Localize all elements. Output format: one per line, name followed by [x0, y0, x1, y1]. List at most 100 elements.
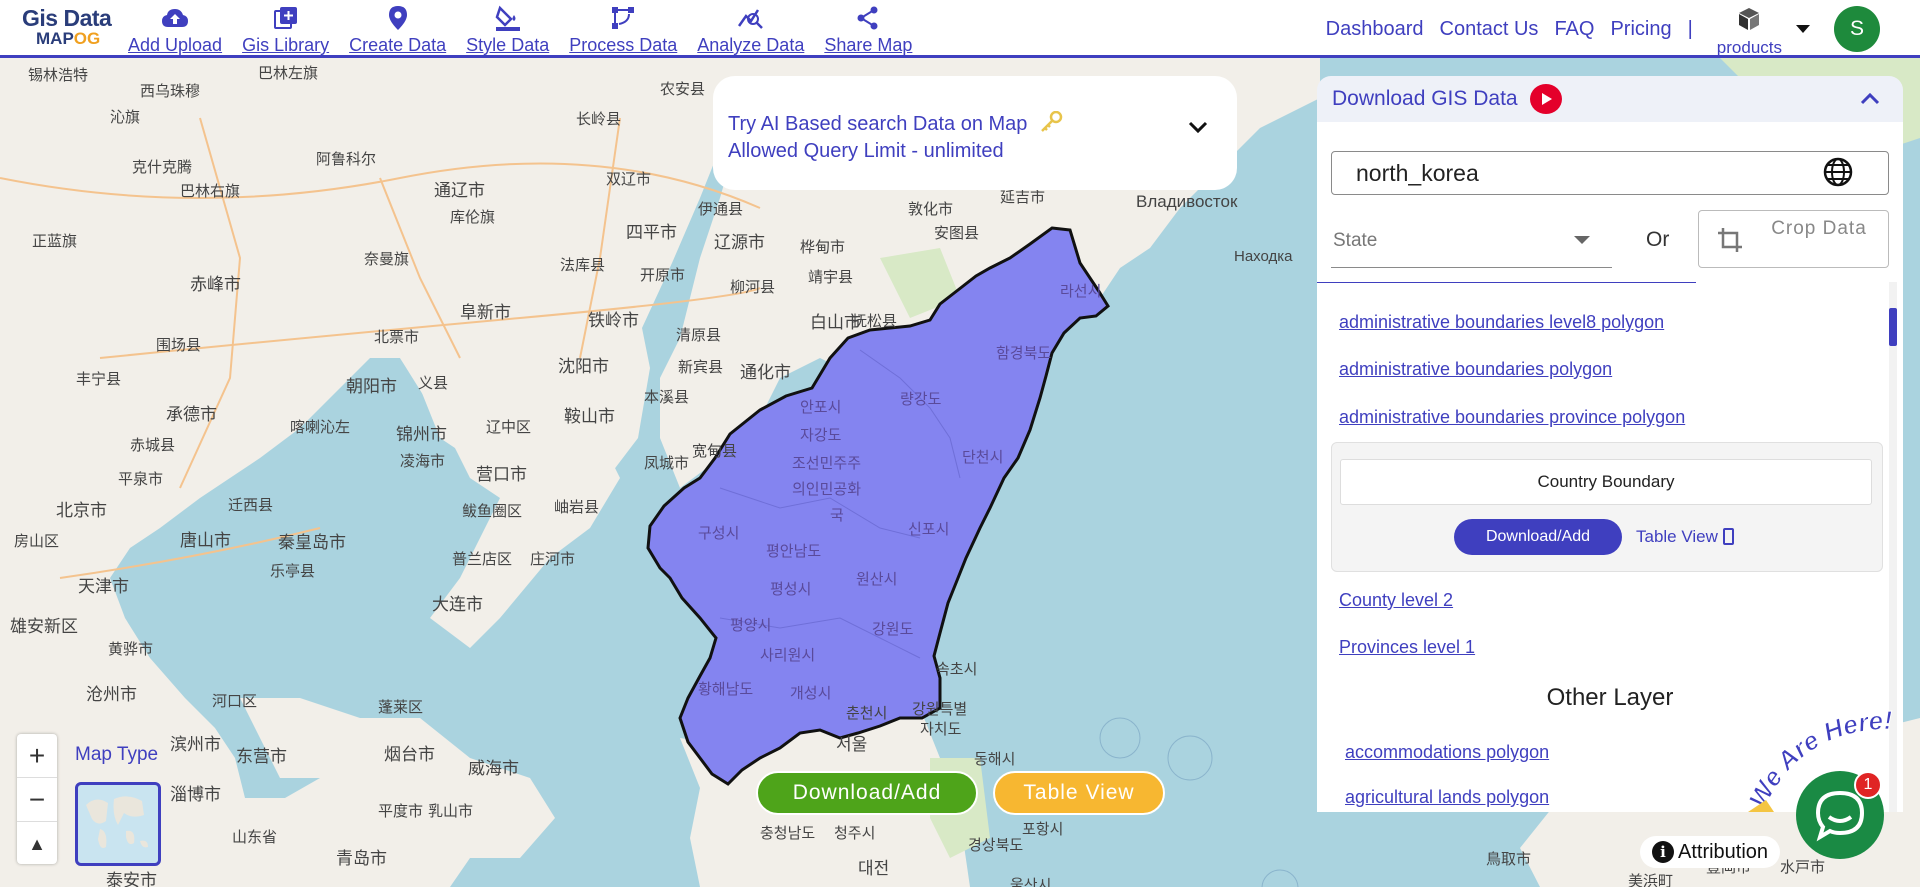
nav-analyze-data[interactable]: Analyze Data — [697, 0, 804, 58]
map-label: 锦州市 — [396, 425, 447, 444]
map-label: 凌海市 — [400, 453, 446, 470]
paint-bucket-icon — [495, 5, 521, 31]
map-label: 新宾县 — [678, 359, 724, 376]
map-label: 乳山市 — [428, 803, 474, 820]
map-label: 포항시 — [1022, 821, 1064, 838]
reset-north-button[interactable]: ▲ — [17, 822, 57, 866]
map-label: 赤城县 — [130, 437, 176, 454]
chevron-down-icon[interactable] — [1185, 114, 1211, 140]
map-label: 奈曼旗 — [364, 251, 410, 268]
ai-search-box[interactable]: Try AI Based search Data on Map Allowed … — [713, 76, 1237, 190]
map-label: 춘천시 — [846, 705, 888, 722]
map-label: 乐亭县 — [270, 563, 316, 580]
nav-dashboard-link[interactable]: Dashboard — [1326, 18, 1424, 41]
map-type-thumbnail[interactable] — [75, 782, 161, 866]
crop-data-button[interactable]: Crop Data — [1698, 210, 1889, 268]
map-label: 平泉市 — [118, 471, 164, 488]
map-label: 抚松县 — [852, 313, 898, 330]
nav-pricing-link[interactable]: Pricing — [1610, 18, 1671, 41]
map-label: 울산시 — [1010, 877, 1052, 887]
nav-faq-link[interactable]: FAQ — [1554, 18, 1594, 41]
layer-link[interactable]: administrative boundaries polygon — [1339, 359, 1612, 380]
youtube-icon[interactable] — [1529, 84, 1562, 114]
map-download-add-button[interactable]: Download/Add — [756, 771, 978, 815]
cube-icon — [1737, 7, 1761, 36]
map-label: 朝阳市 — [346, 377, 397, 396]
zoom-control: + − ▲ — [17, 734, 57, 864]
chevron-up-icon[interactable] — [1857, 86, 1883, 112]
layer-link[interactable]: County level 2 — [1339, 590, 1453, 611]
map-label: 신포시 — [908, 521, 950, 538]
nav-style-data[interactable]: Style Data — [466, 0, 549, 58]
map-label: 河口区 — [212, 693, 258, 710]
nav-gis-library[interactable]: Gis Library — [242, 0, 329, 58]
layer-link[interactable]: administrative boundaries province polyg… — [1339, 407, 1685, 428]
map-label: 农安县 — [660, 81, 706, 98]
globe-icon[interactable] — [1822, 156, 1854, 188]
card-download-button[interactable]: Download/Add — [1454, 519, 1622, 555]
map-label: 사리원시 — [760, 647, 816, 664]
nav-menu: Add Upload Gis Library Create Data Style… — [128, 0, 932, 58]
products-menu[interactable]: products — [1717, 1, 1782, 58]
panel-scrollbar-thumb[interactable] — [1889, 308, 1897, 346]
map-label: 서울 — [836, 735, 868, 754]
map-label: 岫岩县 — [554, 499, 600, 516]
map-label: 동해시 — [974, 751, 1016, 768]
layer-link[interactable]: Provinces level 1 — [1339, 637, 1475, 658]
map-label: 구성시 — [698, 525, 740, 542]
card-title: Country Boundary — [1340, 459, 1872, 505]
card-table-view-link[interactable]: Table View — [1636, 527, 1734, 547]
user-avatar[interactable]: S — [1834, 6, 1880, 52]
map-label: 宽甸县 — [692, 443, 738, 460]
map-label: 丰宁县 — [76, 371, 122, 388]
chat-unread-badge: 1 — [1854, 771, 1882, 799]
map-label: 원산시 — [856, 571, 898, 588]
nav-contact-link[interactable]: Contact Us — [1440, 18, 1539, 41]
map-label: 안포시 — [800, 399, 842, 416]
map-label: 량강도 — [900, 391, 942, 408]
map-label: 西乌珠穆 — [140, 83, 201, 100]
crop-icon — [1717, 227, 1743, 253]
map-label: 锡林浩特 — [28, 67, 89, 84]
logo[interactable]: Gis Data MAPOG — [22, 6, 114, 52]
map-pin-icon — [385, 5, 411, 31]
map-label: 长岭县 — [576, 111, 622, 128]
zoom-out-button[interactable]: − — [17, 778, 57, 822]
map-label: 迁西县 — [228, 497, 274, 514]
attribution-button[interactable]: i Attribution — [1640, 836, 1781, 868]
map-label: 山东省 — [232, 829, 278, 846]
map-label: 凤城市 — [644, 455, 690, 472]
nav-process-data[interactable]: Process Data — [569, 0, 677, 58]
phone-icon — [1722, 528, 1734, 545]
state-select[interactable]: State — [1331, 210, 1612, 268]
map-label: 자강도 — [800, 427, 842, 444]
nav-create-data[interactable]: Create Data — [349, 0, 446, 58]
map-label: 秦皇岛市 — [278, 533, 346, 552]
divider — [1317, 282, 1696, 283]
nav-separator: | — [1687, 17, 1693, 40]
top-navbar: Gis Data MAPOG Add Upload Gis Library Cr… — [0, 0, 1920, 58]
map-label: 경상북도 — [968, 837, 1024, 854]
logo-line1: Gis Data — [22, 5, 112, 31]
library-add-icon — [273, 5, 299, 31]
layer-link[interactable]: accommodations polygon — [1345, 742, 1549, 763]
panel-title[interactable]: Download GIS Data — [1332, 87, 1518, 111]
zoom-in-button[interactable]: + — [17, 734, 57, 778]
country-input[interactable] — [1331, 151, 1889, 195]
key-icon — [1039, 110, 1063, 139]
map-label: 房山区 — [14, 533, 60, 550]
products-dropdown-caret-icon[interactable] — [1796, 25, 1810, 33]
map-label: 北京市 — [56, 501, 107, 520]
map-label: 四平市 — [626, 223, 677, 242]
chat-widget-button[interactable]: 1 — [1796, 771, 1884, 859]
layer-link[interactable]: administrative boundaries level8 polygon — [1339, 312, 1664, 333]
map-label: 대전 — [858, 859, 890, 878]
map-table-view-button[interactable]: Table View — [993, 771, 1165, 815]
nav-add-upload[interactable]: Add Upload — [128, 0, 222, 58]
ai-search-line2: Allowed Query Limit - unlimited — [728, 140, 1004, 162]
map-label: 安图县 — [934, 225, 980, 242]
layer-link[interactable]: agricultural lands polygon — [1345, 787, 1549, 808]
nav-share-map[interactable]: Share Map — [824, 0, 912, 58]
map-label: 铁岭市 — [588, 311, 639, 330]
map-label: 국 — [830, 507, 844, 524]
